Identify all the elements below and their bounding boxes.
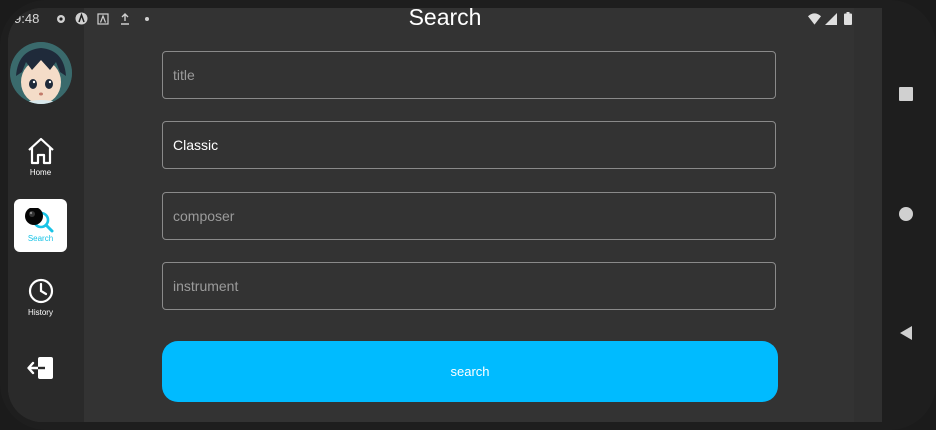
logout-button[interactable]: [14, 343, 67, 396]
genre-input[interactable]: Classic: [162, 121, 776, 169]
home-icon: [26, 137, 56, 168]
composer-input[interactable]: composer: [162, 192, 776, 240]
search-button-label: search: [450, 364, 490, 379]
search-button[interactable]: search: [162, 341, 778, 402]
nav-item-history[interactable]: History: [14, 270, 67, 323]
title-placeholder: title: [173, 67, 195, 83]
clock-icon: [27, 277, 55, 308]
nav-label-history: History: [28, 307, 53, 317]
logout-icon: [26, 355, 55, 384]
nav-label-search: Search: [27, 234, 54, 243]
nav-item-search[interactable]: Search: [14, 199, 67, 252]
back-triangle-icon[interactable]: [890, 317, 922, 349]
search-icon: [24, 208, 58, 234]
device-frame: 9:48 Search Home Search History title Cl…: [0, 0, 936, 430]
avatar[interactable]: [10, 42, 72, 104]
right-edge: [854, 8, 882, 422]
genre-value: Classic: [173, 137, 219, 153]
app-screen: 9:48 Search Home Search History title Cl…: [8, 8, 882, 422]
home-circle-icon[interactable]: [890, 198, 922, 230]
title-input[interactable]: title: [162, 51, 776, 99]
nav-label-home: Home: [29, 167, 52, 177]
instrument-placeholder: instrument: [173, 278, 239, 294]
instrument-input[interactable]: instrument: [162, 262, 776, 310]
composer-placeholder: composer: [173, 208, 235, 224]
recents-square-icon[interactable]: [890, 78, 922, 110]
nav-item-home[interactable]: Home: [14, 130, 67, 183]
page-title: Search: [408, 8, 482, 30]
